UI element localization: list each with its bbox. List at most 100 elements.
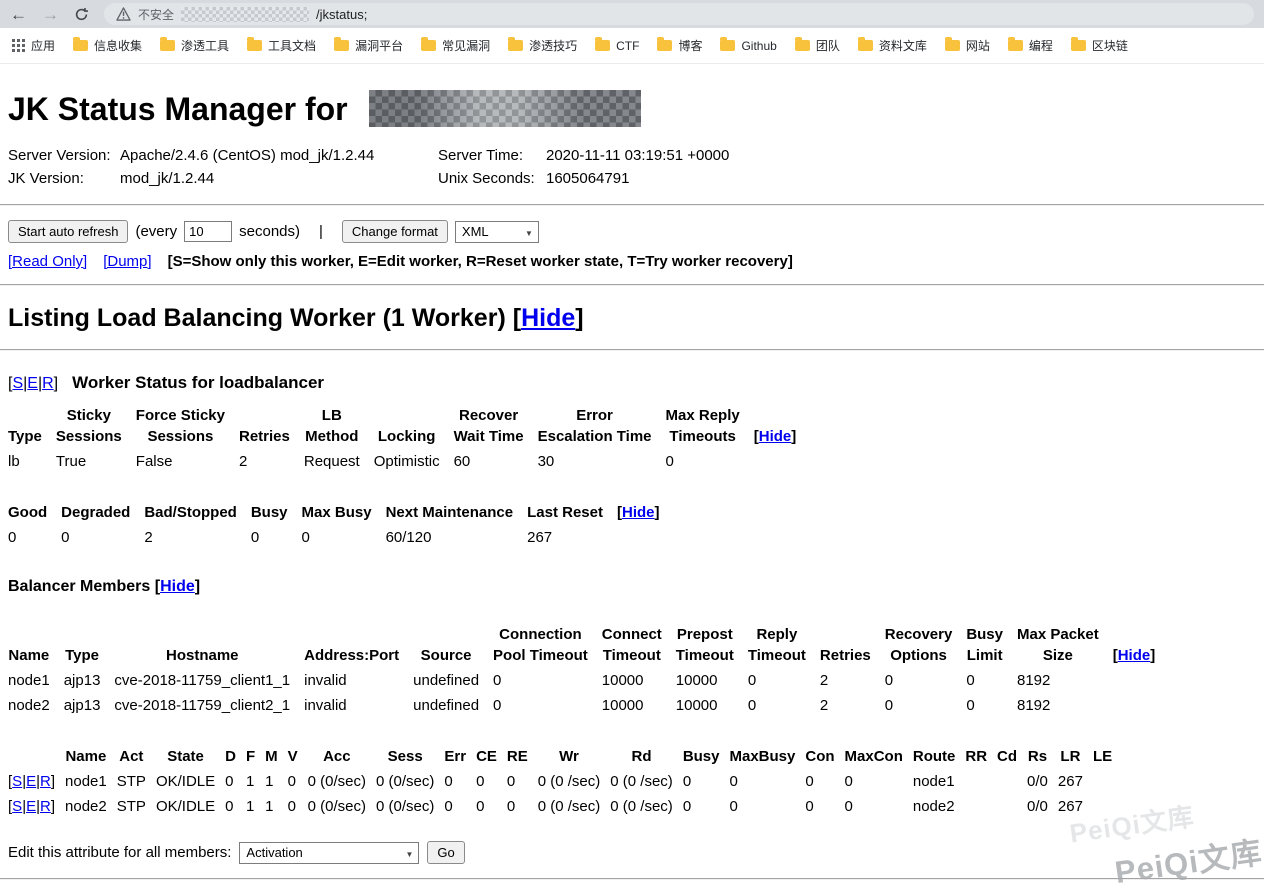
forward-button[interactable]: [42, 6, 59, 23]
bookmark-item[interactable]: 常见漏洞: [421, 37, 490, 54]
bookmark-item[interactable]: 博客: [657, 37, 702, 54]
column-header: D: [225, 744, 246, 769]
column-header: Degraded: [61, 500, 144, 525]
bookmark-item[interactable]: 团队: [795, 37, 840, 54]
table-cell: node2: [8, 693, 64, 718]
balancer-members-heading: Balancer Members [Hide]: [8, 578, 1256, 596]
column-header: Retries: [239, 403, 304, 449]
hide-members-link[interactable]: Hide: [160, 578, 195, 595]
bookmark-item[interactable]: 渗透技巧: [508, 37, 577, 54]
hide-listing-link[interactable]: Hide: [521, 304, 575, 332]
bookmark-item[interactable]: 网站: [945, 37, 990, 54]
table-cell: 0 (0 /sec): [538, 794, 611, 819]
attribute-select[interactable]: Activation: [239, 842, 419, 864]
page-title: JK Status Manager for: [8, 90, 1256, 128]
action-link-hide[interactable]: Hide: [759, 428, 792, 445]
bookmark-item[interactable]: 渗透工具: [160, 37, 229, 54]
browser-toolbar: 不安全 /jkstatus;: [0, 0, 1264, 28]
address-bar[interactable]: 不安全 /jkstatus;: [104, 3, 1254, 25]
bookmark-item[interactable]: 漏洞平台: [334, 37, 403, 54]
action-link-r[interactable]: R: [40, 773, 51, 790]
column-header: Connect Timeout: [602, 622, 676, 668]
jk-version-label: JK Version:: [8, 167, 120, 190]
column-header: Error Escalation Time: [538, 403, 666, 449]
start-auto-refresh-button[interactable]: Start auto refresh: [8, 220, 128, 243]
folder-icon: [795, 40, 810, 51]
action-link-e[interactable]: E: [26, 798, 36, 815]
action-link-s[interactable]: S: [12, 798, 22, 815]
edit-attribute-label: Edit this attribute for all members:: [8, 844, 231, 861]
column-header: Busy: [683, 744, 730, 769]
table-cell: 2: [144, 525, 251, 550]
bookmark-item[interactable]: 信息收集: [73, 37, 142, 54]
bookmark-item[interactable]: 工具文档: [247, 37, 316, 54]
table-cell: [997, 794, 1027, 819]
table-cell: 0 (0 /sec): [610, 769, 683, 794]
table-cell: ajp13: [64, 693, 115, 718]
table-cell: 0/0: [1027, 794, 1058, 819]
table-cell: [617, 525, 674, 550]
column-header: Bad/Stopped: [144, 500, 251, 525]
column-header: Address:Port: [304, 622, 413, 668]
bookmark-item[interactable]: 区块链: [1071, 37, 1128, 54]
reset-worker-link[interactable]: R: [42, 375, 54, 392]
table-cell: 267: [1058, 794, 1093, 819]
column-header: Busy: [251, 500, 302, 525]
table-cell: 10000: [676, 693, 748, 718]
action-link-hide[interactable]: Hide: [1118, 647, 1151, 664]
table-cell: 1: [246, 769, 265, 794]
back-button[interactable]: [10, 6, 27, 23]
server-time-label: Server Time:: [438, 144, 546, 167]
action-link-s[interactable]: S: [12, 773, 22, 790]
table-cell: lb: [8, 449, 56, 474]
read-only-link[interactable]: [Read Only]: [8, 253, 87, 270]
server-info-row: Server Version: Apache/2.4.6 (CentOS) mo…: [8, 144, 729, 167]
bookmark-item[interactable]: 编程: [1008, 37, 1053, 54]
table-cell: 0: [493, 693, 602, 718]
table-cell: 0: [730, 769, 806, 794]
format-select[interactable]: XML: [455, 221, 539, 243]
column-header: Sticky Sessions: [56, 403, 136, 449]
table-cell: STP: [117, 794, 156, 819]
reload-icon[interactable]: [74, 7, 89, 22]
change-format-button[interactable]: Change format: [342, 220, 448, 243]
table-cell: 0: [507, 794, 538, 819]
table-cell: 0: [966, 693, 1017, 718]
bookmark-item[interactable]: Github: [720, 39, 776, 53]
table-cell: 0: [288, 769, 308, 794]
table-cell: 0 (0 /sec): [538, 769, 611, 794]
table-cell: 0: [885, 668, 967, 693]
column-header: Good: [8, 500, 61, 525]
table-cell: Optimistic: [374, 449, 454, 474]
go-button[interactable]: Go: [427, 841, 464, 864]
action-link-hide[interactable]: Hide: [622, 504, 655, 521]
bookmarks-bar: 应用 信息收集 渗透工具 工具文档 漏洞平台 常见漏洞 渗透技巧 CTF 博客 …: [0, 28, 1264, 64]
column-header: Source: [413, 622, 493, 668]
column-header: [8, 744, 65, 769]
column-header: MaxCon: [845, 744, 913, 769]
dump-link[interactable]: [Dump]: [103, 253, 151, 270]
bookmark-label: 工具文档: [268, 37, 316, 54]
hide-wrap: [Hide]: [513, 304, 584, 332]
column-header: Locking: [374, 403, 454, 449]
bookmark-item[interactable]: CTF: [595, 39, 639, 53]
column-header: Route: [913, 744, 966, 769]
show-worker-link[interactable]: S: [12, 375, 23, 392]
table-cell: 0: [805, 794, 844, 819]
every-label: (every: [135, 223, 177, 240]
column-header: [Hide]: [617, 500, 674, 525]
refresh-interval-input[interactable]: [184, 221, 232, 242]
table-cell: [965, 769, 997, 794]
bookmark-label: 渗透技巧: [529, 37, 577, 54]
table-cell: 267: [1058, 769, 1093, 794]
refresh-controls: Start auto refresh (every seconds) | Cha…: [8, 220, 1256, 243]
action-link-e[interactable]: E: [26, 773, 36, 790]
action-link-r[interactable]: R: [40, 798, 51, 815]
bookmark-item[interactable]: 资料文库: [858, 37, 927, 54]
folder-icon: [160, 40, 175, 51]
edit-worker-link[interactable]: E: [27, 375, 38, 392]
listing-heading-text: Listing Load Balancing Worker (1 Worker): [8, 304, 506, 332]
bookmark-apps[interactable]: 应用: [12, 37, 55, 54]
jk-status-page: JK Status Manager for Server Version: Ap…: [0, 64, 1264, 884]
table-cell: 0: [8, 525, 61, 550]
